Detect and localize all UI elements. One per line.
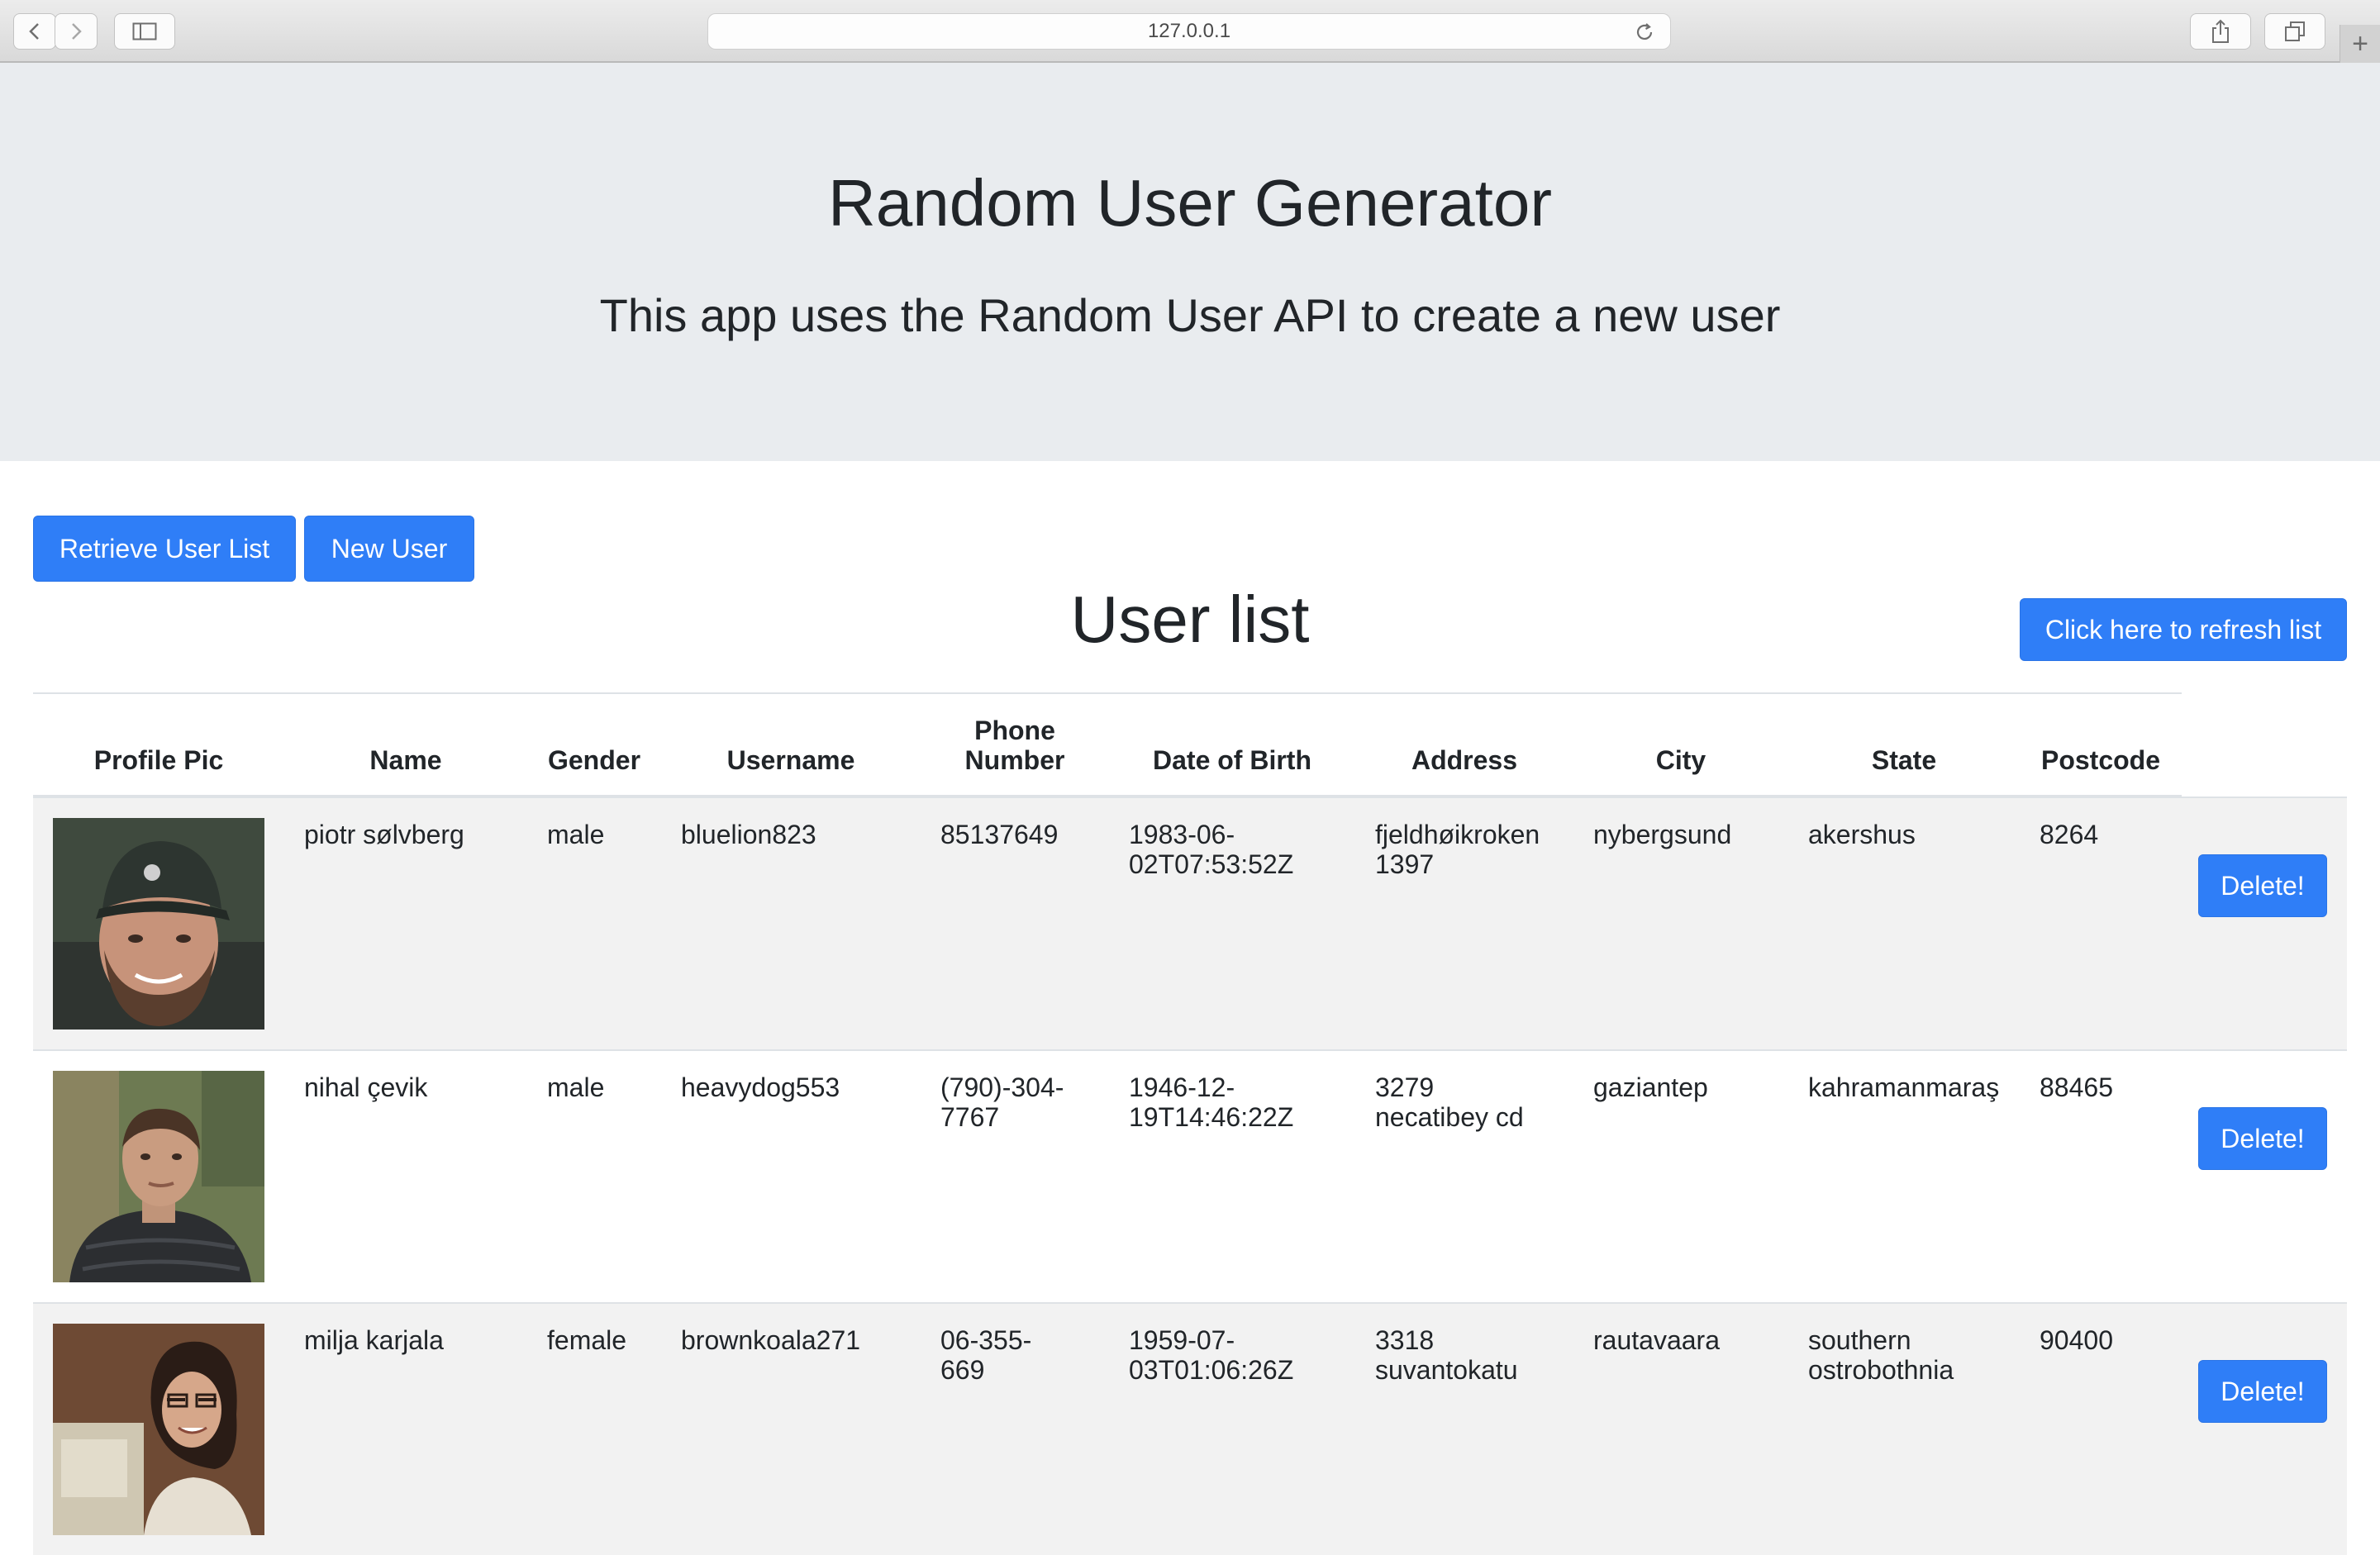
new-user-button[interactable]: New User [304,516,474,582]
cell-postcode: 88465 [2040,1072,2113,1102]
col-gender: Gender [547,745,641,775]
address-bar[interactable]: 127.0.0.1 [707,13,1671,50]
plus-icon: + [2352,28,2368,59]
cell-name: piotr sølvberg [304,820,464,849]
cell-address: fjeldhøikroken 1397 [1375,820,1540,879]
col-address: Address [1411,745,1518,775]
tabs-overview-button[interactable] [2264,13,2325,50]
retrieve-user-list-button[interactable]: Retrieve User List [33,516,296,582]
page-title: Random User Generator [828,166,1552,240]
cell-gender: female [547,1325,627,1355]
back-button[interactable] [13,13,56,50]
cell-phone: (790)-304- 7767 [940,1072,1064,1132]
cell-username: bluelion823 [681,820,816,849]
forward-button[interactable] [55,13,98,50]
url-text: 127.0.0.1 [1147,20,1231,42]
col-name: Name [369,745,442,775]
new-tab-button[interactable]: + [2340,25,2380,63]
cell-state: southern ostrobothnia [1808,1325,1954,1385]
cell-username: brownkoala271 [681,1325,861,1355]
col-profile-pic: Profile Pic [93,745,224,775]
delete-button[interactable]: Delete! [2198,1107,2327,1170]
cell-address: 3279 necatibey cd [1375,1072,1524,1132]
browser-toolbar: 127.0.0.1 + [0,0,2380,63]
cell-address: 3318 suvantokatu [1375,1325,1518,1385]
delete-button[interactable]: Delete! [2198,854,2327,917]
cell-dob: 1946-12- 19T14:46:22Z [1129,1072,1294,1132]
chevron-right-icon [72,23,82,40]
table-row: piotr sølvberg male bluelion823 85137649… [33,797,2347,1049]
cell-city: nybergsund [1593,820,1732,849]
table-row: nihal çevik male heavydog553 (790)-304- … [33,1049,2347,1302]
cell-name: nihal çevik [304,1072,428,1102]
cell-city: rautavaara [1593,1325,1720,1355]
cell-username: heavydog553 [681,1072,840,1102]
col-username: Username [726,745,855,775]
cell-state: akershus [1808,820,1916,849]
jumbotron: Random User Generator This app uses the … [0,63,2380,461]
cell-dob: 1983-06- 02T07:53:52Z [1129,820,1294,879]
cell-gender: male [547,1072,605,1102]
cell-state: kahramanmaraş [1808,1072,2000,1102]
cell-name: milja karjala [304,1325,444,1355]
sidebar-toggle-button[interactable] [114,13,175,50]
table-row: milja karjala female brownkoala271 06-35… [33,1302,2347,1555]
col-postcode: Postcode [2040,745,2161,775]
profile-picture [53,1071,264,1282]
col-city: City [1655,745,1706,775]
delete-button[interactable]: Delete! [2198,1360,2327,1423]
divider [33,692,2182,694]
refresh-list-button[interactable]: Click here to refresh list [2020,598,2347,661]
chevron-left-icon [29,23,39,40]
sidebar-icon [132,22,157,40]
col-state: State [1871,745,1937,775]
profile-picture [53,818,264,1030]
cell-postcode: 8264 [2040,820,2099,849]
cell-postcode: 90400 [2040,1325,2113,1355]
reload-icon[interactable] [1634,21,1655,43]
cell-dob: 1959-07- 03T01:06:26Z [1129,1325,1294,1385]
share-button[interactable] [2190,13,2251,50]
cell-phone: 85137649 [940,820,1059,849]
profile-picture [53,1324,264,1535]
col-date-of-birth: Date of Birth [1153,745,1311,775]
cell-gender: male [547,820,605,849]
cell-phone: 06-355- 669 [940,1325,1032,1385]
tabs-icon [2285,21,2305,41]
share-icon [2212,19,2229,43]
cell-city: gaziantep [1593,1072,1708,1102]
col-phone-number: Phone Number [964,716,1065,775]
page-subtitle: This app uses the Random User API to cre… [599,289,1781,341]
